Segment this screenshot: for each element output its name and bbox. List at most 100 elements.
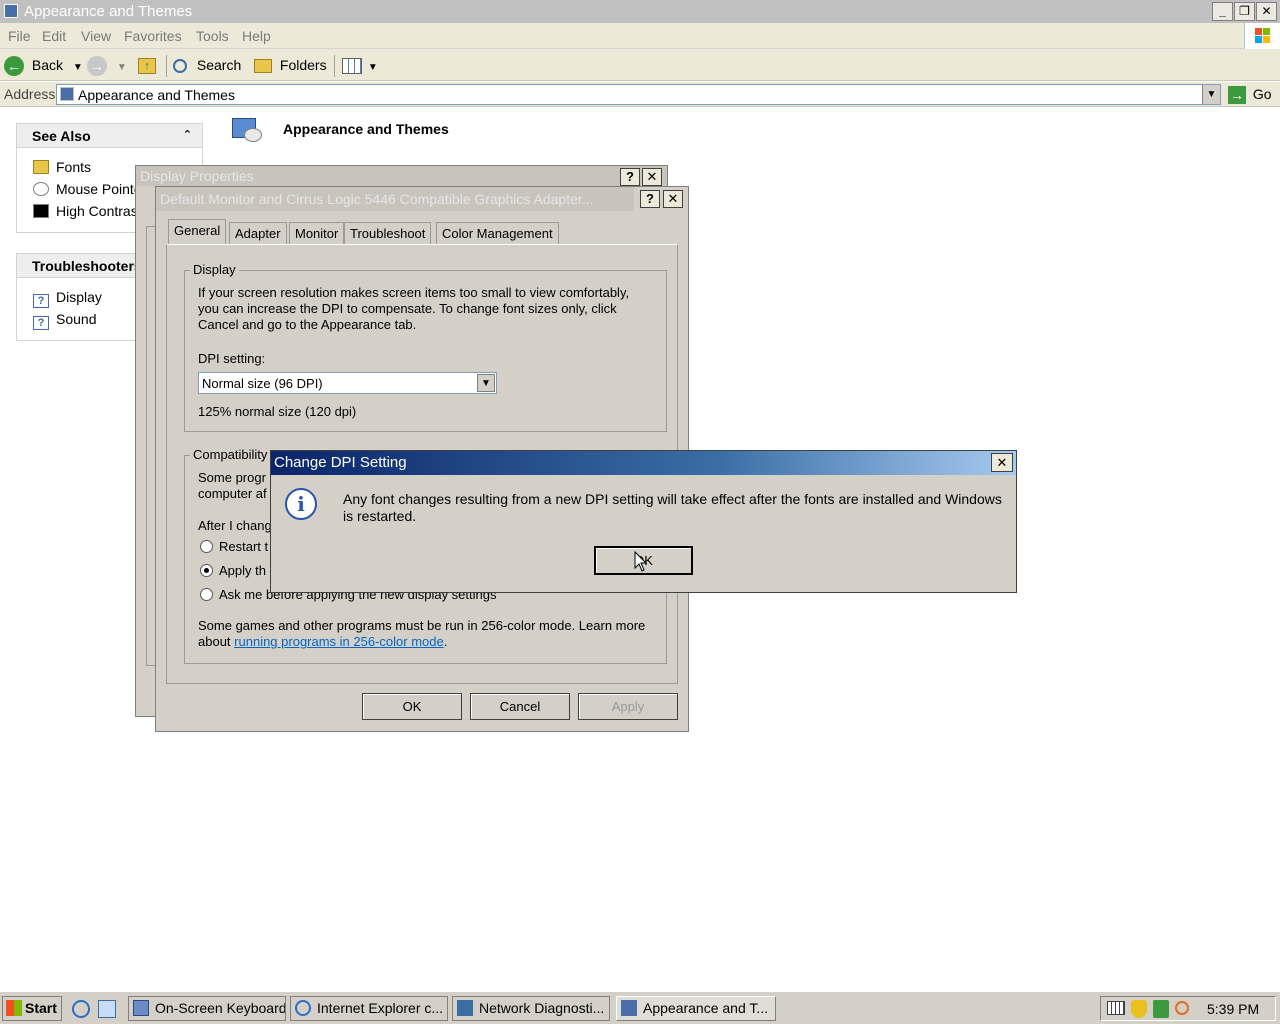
dpi-note: 125% normal size (120 dpi) [198, 404, 357, 419]
menu-bar: File Edit View Favorites Tools Help [0, 23, 1280, 49]
radio-restart-label: Restart t [219, 539, 269, 554]
address-input[interactable]: Appearance and Themes ▼ [56, 84, 1221, 105]
menu-file[interactable]: File [8, 28, 31, 44]
help-icon: ? [33, 294, 49, 308]
change-dpi-title: Change DPI Setting [274, 454, 407, 471]
mouse-cursor-icon [634, 551, 648, 572]
restore-button[interactable]: ❐ [1234, 2, 1255, 21]
tab-troubleshoot[interactable]: Troubleshoot [344, 222, 432, 244]
menu-help[interactable]: Help [242, 28, 271, 44]
menu-favorites[interactable]: Favorites [124, 28, 182, 44]
internet-explorer-icon [295, 1000, 311, 1016]
high-contrast-icon [33, 204, 49, 218]
tab-adapter[interactable]: Adapter [229, 222, 287, 244]
menu-edit[interactable]: Edit [42, 28, 66, 44]
internet-explorer-icon[interactable] [72, 1000, 90, 1018]
compatibility-text-line-1: Some progr [198, 470, 266, 485]
adapter-dialog-title: Default Monitor and Cirrus Logic 5446 Co… [156, 187, 634, 211]
views-icon [342, 58, 362, 75]
tab-color-management[interactable]: Color Management [436, 222, 559, 244]
address-dropdown-icon[interactable]: ▼ [1202, 85, 1220, 104]
address-value: Appearance and Themes [78, 87, 235, 103]
network-tray-icon[interactable] [1153, 1000, 1169, 1018]
system-tray: 5:39 PM [1100, 996, 1276, 1021]
search-button[interactable]: Search [173, 54, 241, 76]
folder-icon [60, 87, 74, 101]
desktop-icon[interactable] [98, 1000, 116, 1018]
forward-arrow-icon: → [87, 56, 107, 77]
minimize-button[interactable]: _ [1212, 2, 1233, 21]
compatibility-group-label: Compatibility [190, 447, 271, 462]
window-title: Appearance and Themes [24, 3, 193, 20]
display-group-label: Display [190, 262, 239, 277]
security-shield-icon[interactable] [1131, 1000, 1147, 1018]
change-dpi-title-bar: Change DPI Setting ✕ [271, 451, 1016, 475]
compatibility-text-line-2: computer af [198, 486, 267, 501]
back-arrow-icon: ← [4, 56, 24, 77]
radio-apply-label: Apply th [219, 563, 266, 578]
chevron-down-icon[interactable]: ▼ [477, 374, 495, 392]
display-description: If your screen resolution makes screen i… [198, 285, 630, 332]
network-icon [457, 1000, 473, 1016]
menu-tools[interactable]: Tools [196, 28, 229, 44]
main-heading: Appearance and Themes [283, 121, 449, 137]
close-button[interactable]: ✕ [1256, 2, 1277, 21]
task-network-diagnostics[interactable]: Network Diagnosti... [452, 996, 610, 1021]
change-dpi-dialog: Change DPI Setting ✕ i Any font changes … [270, 450, 1017, 593]
task-appearance-and-themes[interactable]: Appearance and T... [616, 996, 776, 1021]
go-button[interactable]: → Go [1228, 84, 1272, 105]
folder-window-icon [4, 4, 18, 18]
taskbar: Start On-Screen Keyboard Internet Explor… [0, 991, 1280, 1024]
see-also-high-contrast[interactable]: High Contrast [33, 203, 142, 219]
help-button[interactable]: ? [640, 190, 660, 208]
collapse-chevron-icon[interactable]: ⌃ [183, 128, 192, 141]
troubleshooter-sound[interactable]: ? Sound [33, 311, 96, 330]
after-change-label: After I chang [198, 518, 272, 533]
forward-button[interactable]: → ▼ [87, 54, 127, 77]
views-button[interactable]: ▼ [342, 54, 378, 76]
go-arrow-icon: → [1228, 86, 1246, 105]
radio-ask[interactable] [200, 588, 213, 601]
chevron-down-icon[interactable]: ▼ [73, 62, 83, 73]
address-label: Address [4, 86, 56, 102]
close-button[interactable]: ✕ [663, 190, 683, 208]
tab-general[interactable]: General [168, 219, 227, 245]
running-programs-link[interactable]: running programs in 256-color mode [234, 634, 444, 649]
chevron-down-icon: ▼ [367, 62, 378, 73]
windows-flag-icon [6, 1000, 22, 1016]
up-folder-button[interactable]: ↑ [138, 54, 160, 76]
task-internet-explorer[interactable]: Internet Explorer c... [290, 996, 448, 1021]
folder-icon [33, 160, 49, 174]
tab-monitor[interactable]: Monitor [289, 222, 345, 244]
cancel-button[interactable]: Cancel [470, 693, 570, 720]
ok-button[interactable]: OK [362, 693, 462, 720]
radio-apply[interactable] [200, 564, 213, 577]
troubleshooter-display[interactable]: ? Display [33, 289, 102, 308]
radio-restart[interactable] [200, 540, 213, 553]
apply-button[interactable]: Apply [578, 693, 678, 720]
change-dpi-message: Any font changes resulting from a new DP… [343, 491, 1002, 524]
close-button[interactable]: ✕ [991, 453, 1013, 472]
toolbar-separator [166, 55, 167, 77]
see-also-fonts[interactable]: Fonts [33, 159, 91, 175]
menu-view[interactable]: View [81, 28, 111, 44]
keyboard-tray-icon[interactable] [1107, 1001, 1125, 1015]
folders-button[interactable]: Folders [254, 54, 327, 76]
search-tray-icon[interactable] [1175, 1001, 1189, 1015]
start-button[interactable]: Start [2, 996, 62, 1021]
up-folder-icon: ↑ [138, 58, 156, 75]
see-also-header[interactable]: See Also ⌃ [17, 124, 202, 148]
clock[interactable]: 5:39 PM [1207, 1001, 1259, 1017]
task-on-screen-keyboard[interactable]: On-Screen Keyboard [128, 996, 286, 1021]
toolbar: ← Back ▼ → ▼ ↑ Search Folders ▼ [0, 49, 1280, 81]
chevron-down-icon[interactable]: ▼ [117, 62, 127, 73]
back-button[interactable]: ← Back ▼ [4, 54, 83, 77]
dpi-setting-select[interactable]: Normal size (96 DPI) ▼ [198, 372, 497, 394]
dpi-setting-label: DPI setting: [198, 351, 266, 366]
games-text: Some games and other programs must be ru… [198, 618, 646, 649]
help-button[interactable]: ? [620, 168, 640, 186]
folder-window-icon [621, 1000, 637, 1016]
windows-logo-icon [1244, 23, 1280, 49]
appearance-themes-icon [232, 114, 264, 146]
close-button[interactable]: ✕ [642, 168, 662, 186]
